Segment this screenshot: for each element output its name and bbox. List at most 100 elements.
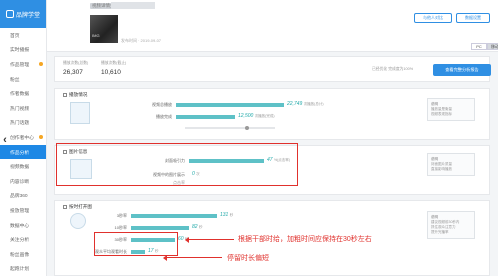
sidebar-item-label: 热门话题 (10, 121, 30, 127)
sidebar-item[interactable]: 粉丝画像 (0, 247, 46, 262)
slider-knob[interactable] (245, 126, 249, 130)
value-bar (176, 115, 235, 119)
section-title-text: 播放情况 (69, 92, 88, 97)
sidebar-item[interactable]: 热门视频 (0, 101, 46, 116)
document-icon (70, 102, 90, 124)
tip-box: 说明 播放量是衡量 视频表现指标 (427, 98, 475, 121)
compare-button[interactable]: 与他人对比 (414, 13, 452, 23)
notification-dot (39, 62, 43, 67)
sidebar-item[interactable]: 作品管理 (0, 57, 46, 72)
sidebar-item[interactable]: 数据中心 (0, 218, 46, 233)
video-thumbnail[interactable]: IMG (90, 15, 118, 43)
bar-value: 82 秒 (192, 224, 202, 230)
sidebar-item-label: 品牌360 (10, 194, 28, 200)
sidebar-item-label: 首页 (10, 33, 20, 39)
stat-cutoff: 播放次数(截止) 10,610 (101, 61, 126, 76)
sidebar-nav: 首页实时播报作品管理粉丝作者数据热门视频热门话题创作者中心作品分析视频数据内容诊… (0, 28, 46, 276)
stat-value: 10,610 (101, 69, 121, 76)
sidebar-item-label: 起跑计划 (10, 267, 30, 273)
sidebar-item[interactable]: 粉丝 (0, 72, 46, 87)
highlight-image-section (56, 143, 298, 186)
value-bar (176, 103, 284, 107)
row-label: 10秒率 (114, 225, 127, 230)
sidebar-item[interactable]: 热门话题 (0, 116, 46, 131)
annotation-arrow (163, 253, 222, 263)
title-redacted (111, 2, 155, 9)
sidebar-item[interactable]: 作者数据 (0, 86, 46, 101)
thumbnail-caption: IMG (92, 33, 100, 38)
sidebar-item[interactable]: 内容诊断 (0, 174, 46, 189)
bar-value-number: 82 (192, 224, 198, 230)
stat-value: 26,307 (63, 69, 83, 76)
sidebar-item[interactable]: 实时播报 (0, 43, 46, 58)
video-meta: 发布时间 · 2019-09-07 (121, 38, 162, 43)
bar-value-unit: 次播放(完成) (254, 114, 275, 118)
sidebar-item[interactable]: 视频数据 (0, 159, 46, 174)
stat-label: 播放次数(总数) (63, 61, 89, 65)
brand-logo[interactable]: 品牌学堂 (0, 0, 46, 28)
sidebar-item[interactable]: 首页 (0, 28, 46, 43)
sidebar-item[interactable]: 关注分析 (0, 232, 46, 247)
bar-value-number: 131 (220, 212, 229, 218)
section-title: 播放情况 (63, 92, 87, 98)
sidebar-item[interactable]: 起跑计划 (0, 262, 46, 276)
sidebar-item-label: 投放管理 (10, 208, 30, 214)
stat-label: 播放次数(截止) (101, 61, 127, 65)
tip-box: 说明 封面图片质量 直接影响播放 (427, 153, 475, 176)
toggle-mobile[interactable]: 移动 (487, 43, 498, 50)
sidebar-item-label: 粉丝 (10, 77, 20, 83)
sidebar-item-label: 热门视频 (10, 106, 30, 112)
row-label: 播放完成 (156, 114, 172, 119)
notification-dot (39, 135, 43, 140)
annotation-text: 停留时长偏短 (227, 255, 269, 262)
section-title: 按时打开图 (63, 204, 92, 210)
tip-box: 说明 建议视频前30秒内 抓住观众注意力 提升完播率 (427, 211, 475, 239)
tip-line: 提升完播率 (431, 230, 449, 234)
sidebar-item-label: 关注分析 (10, 238, 30, 244)
checkbox-icon[interactable] (63, 205, 67, 209)
sidebar-item-label: 数据中心 (10, 223, 30, 229)
stat-total: 播放次数(总数) 26,307 (63, 61, 88, 76)
sidebar-item-label: 作者数据 (10, 92, 30, 98)
toggle-pc[interactable]: PC (471, 43, 487, 50)
value-bar (131, 226, 189, 230)
highlight-timing-rows (94, 232, 178, 256)
value-bar (131, 214, 217, 218)
bar-value-number: 12,500 (238, 113, 254, 119)
bar-value-unit: 次播放(总计) (303, 102, 324, 106)
view-toggle: PC 移动 (471, 43, 498, 50)
row-label: 视频总播放 (152, 102, 172, 107)
sidebar-item-label: 作品管理 (10, 62, 30, 68)
sidebar-item-label: 创作者中心 (10, 135, 34, 141)
logo-icon (5, 10, 14, 18)
bar-value: 131 秒 (220, 212, 233, 218)
sidebar-item-label: 粉丝画像 (10, 252, 30, 258)
section-title-text: 按时打开图 (69, 204, 92, 209)
checkbox-icon[interactable] (63, 93, 67, 97)
tip-line: 视频表现指标 (431, 112, 452, 116)
stats-panel: 播放次数(总数) 26,307 播放次数(截止) 10,610 已经优化 完成度… (54, 56, 491, 82)
sidebar-item-label: 内容诊断 (10, 179, 30, 185)
bar-value-number: 60 (178, 236, 184, 242)
tip-line: 直接影响播放 (431, 167, 452, 171)
bar-value-number: 22,749 (287, 101, 303, 107)
optimization-note: 已经优化 完成度为100% (372, 67, 414, 71)
bar-value: 12,500 次播放(完成) (238, 113, 275, 119)
annotation-arrow (185, 235, 234, 245)
bar-value-unit: 秒 (198, 225, 203, 229)
sidebar-item-label: 实时播报 (10, 48, 30, 54)
bar-value-unit: 秒 (229, 213, 234, 217)
sidebar-item-label: 作品分析 (10, 150, 30, 156)
sidebar-item-label: 视频数据 (10, 165, 30, 171)
collapse-sidebar-icon[interactable]: ‹ (1, 133, 9, 147)
full-report-button[interactable]: 查看完整分析报告 (433, 64, 491, 76)
brand-name: 品牌学堂 (15, 12, 40, 19)
settings-button[interactable]: 数据设置 (456, 13, 490, 23)
row-label: 3秒率 (116, 213, 127, 218)
bar-value: 22,749 次播放(总计) (287, 101, 324, 107)
section-playback: 播放情况 说明 播放量是衡量 视频表现指标 视频总播放 22,749 次播放(总计… (54, 88, 490, 140)
sidebar-item[interactable]: 品牌360 (0, 189, 46, 204)
scroll-slider[interactable] (185, 126, 275, 130)
annotation-text: 根据干部时给，加粗时间应保持在30秒左右 (238, 236, 372, 243)
sidebar-item[interactable]: 投放管理 (0, 203, 46, 218)
